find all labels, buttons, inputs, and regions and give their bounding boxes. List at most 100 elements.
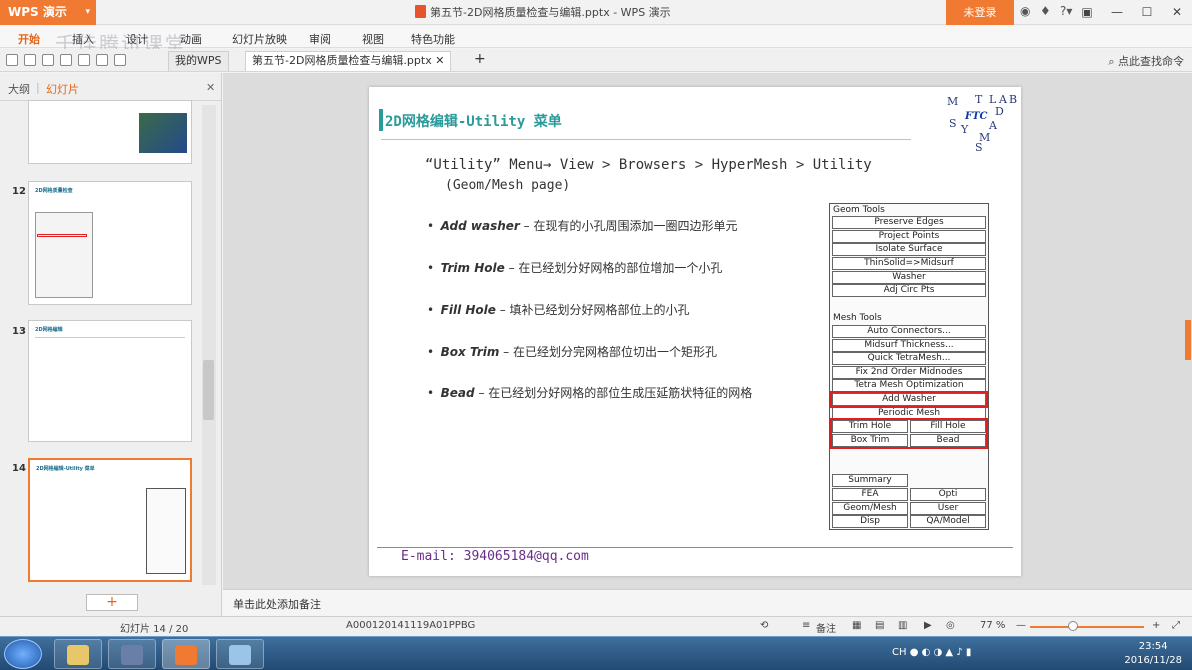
language-indicator[interactable]: CH [892, 647, 907, 658]
fit-window-icon[interactable]: ⤢ [1172, 620, 1180, 631]
menu-slideshow[interactable]: 幻灯片放映 [232, 31, 287, 47]
slide-thumbnail-selected[interactable]: 2D网格编辑-Utility 菜单 [28, 458, 192, 582]
close-icon[interactable]: ✕ [1162, 0, 1192, 25]
print-icon[interactable] [60, 54, 72, 66]
taskbar-paint[interactable] [216, 639, 264, 669]
menu-special[interactable]: 特色功能 [411, 31, 455, 47]
document-title-text: 第五节-2D网格质量检查与编辑.pptx - WPS 演示 [430, 6, 671, 19]
panel-scrollbar[interactable] [202, 105, 216, 585]
taskbar-hypermesh[interactable] [108, 639, 156, 669]
reading-view-icon[interactable]: ▥ [898, 620, 907, 631]
taskbar-explorer[interactable] [54, 639, 102, 669]
logo-letter: S [949, 117, 957, 130]
tab-label: 我的WPS [175, 54, 222, 67]
normal-view-icon[interactable]: ▦ [852, 620, 861, 631]
bullet-key: Add washer [440, 219, 520, 233]
bullet-dot: • [427, 345, 435, 359]
hypermesh-icon [121, 645, 143, 665]
pptx-file-icon [415, 5, 426, 18]
open-icon[interactable] [6, 54, 18, 66]
utility-panel-screenshot: Geom Tools Preserve Edges Project Points… [829, 203, 989, 530]
zoom-in-icon[interactable]: + [1152, 620, 1160, 631]
divider [35, 337, 185, 338]
close-icon[interactable]: ✕ [435, 54, 444, 67]
zoom-slider-handle[interactable] [1068, 621, 1078, 631]
redo-icon[interactable] [114, 54, 126, 66]
app-menu-button[interactable]: WPS 演示 ▾ [0, 0, 96, 25]
slide-thumbnail[interactable] [28, 100, 192, 164]
chevron-down-icon: ▾ [85, 7, 90, 17]
logo-letter: B [1009, 93, 1018, 106]
command-search[interactable]: ⌕ 点此查找命令 [1108, 53, 1184, 69]
bullet-desc: – 在已经划分好网格的部位生成压延筋状特征的网格 [474, 386, 753, 400]
skin-icon[interactable]: ◉ [1020, 4, 1030, 18]
opti-page-button: Opti [910, 488, 986, 501]
mesh-tools-heading: Mesh Tools [833, 313, 882, 323]
fea-page-button: FEA [832, 488, 908, 501]
slide-thumbnail[interactable]: 2D网格质量检查 [28, 181, 192, 305]
recover-icon[interactable]: ⟲ [760, 620, 768, 631]
pointer-icon[interactable]: ◎ [946, 620, 955, 631]
tab-slides[interactable]: 幻灯片 [46, 81, 79, 97]
tray-icons[interactable]: ● ◐ ◑ ▲ ♪ ▮ [910, 647, 972, 658]
tab-my-wps[interactable]: 我的WPS [168, 51, 229, 71]
logo-letter: M [947, 95, 959, 108]
status-bar: 幻灯片 14 / 20 A000120141119A01PPBG ⟲ ≡ 备注 … [0, 616, 1192, 636]
paint-icon [229, 645, 251, 665]
tab-document[interactable]: 第五节-2D网格质量检查与编辑.pptx ✕ [245, 51, 452, 71]
preview-icon[interactable] [78, 54, 90, 66]
notes-icon[interactable]: ≡ [802, 620, 810, 631]
logo-ftc: FTC [965, 111, 988, 122]
highlight-add-washer [830, 391, 988, 408]
maximize-icon[interactable]: ☐ [1132, 0, 1162, 25]
fix-midnodes-button: Fix 2nd Order Midnodes [832, 366, 986, 379]
menu-review[interactable]: 审阅 [309, 31, 331, 47]
quick-tetramesh-button: Quick TetraMesh... [832, 352, 986, 365]
geom-tools-heading: Geom Tools [833, 205, 885, 215]
right-edge-indicator [1185, 320, 1191, 360]
notes-placeholder: 单击此处添加备注 [233, 598, 321, 611]
login-button[interactable]: 未登录 [946, 0, 1014, 25]
menu-home[interactable]: 开始 [18, 31, 40, 47]
undo-icon[interactable] [96, 54, 108, 66]
thinsolid-button: ThinSolid=>Midsurf [832, 257, 986, 270]
bullet-key: Fill Hole [440, 303, 496, 317]
adj-circ-pts-button: Adj Circ Pts [832, 284, 986, 297]
bullet-dot: • [427, 219, 435, 233]
tab-outline[interactable]: 大纲 [8, 81, 30, 97]
menu-view[interactable]: 视图 [362, 31, 384, 47]
auto-connectors-button: Auto Connectors... [832, 325, 986, 338]
start-button[interactable] [4, 639, 42, 669]
preserve-edges-button: Preserve Edges [832, 216, 986, 229]
sorter-view-icon[interactable]: ▤ [875, 620, 884, 631]
highlight-box [37, 234, 87, 237]
disp-page-button: Disp [832, 515, 908, 528]
notes-toggle[interactable]: 备注 [816, 620, 836, 635]
close-icon[interactable]: ✕ [206, 81, 215, 94]
save-icon[interactable] [24, 54, 36, 66]
restore-icon[interactable]: ▣ [1072, 0, 1102, 25]
clock[interactable]: 23:54 2016/11/28 [1124, 640, 1182, 668]
thumbnail-number: 13 [12, 326, 26, 337]
footer-email: E-mail: 394065184@qq.com [401, 549, 589, 564]
bullet-box-trim: • Box Trim – 在已经划分完网格部位切出一个矩形孔 [427, 343, 813, 361]
user-page-button: User [910, 502, 986, 515]
notes-area[interactable]: 单击此处添加备注 [223, 589, 1192, 615]
slideshow-icon[interactable]: ▶ [924, 620, 932, 631]
zoom-out-icon[interactable]: — [1016, 620, 1026, 631]
zoom-slider[interactable] [1030, 626, 1144, 628]
slide-thumbnail[interactable]: 2D网格编辑 [28, 320, 192, 442]
document-title: 第五节-2D网格质量检查与编辑.pptx - WPS 演示 [415, 4, 671, 20]
pdf-icon[interactable] [42, 54, 54, 66]
add-tab-icon[interactable]: + [474, 51, 486, 67]
tab-label: 第五节-2D网格质量检查与编辑.pptx [252, 54, 432, 67]
geom-mesh-page-button: Geom/Mesh [832, 502, 908, 515]
shirt-icon[interactable]: ♦ [1040, 4, 1051, 18]
scrollbar-thumb[interactable] [203, 360, 214, 420]
taskbar-wps[interactable] [162, 639, 210, 669]
help-icon[interactable]: ?▾ [1060, 4, 1072, 18]
add-slide-button[interactable]: + [86, 594, 138, 611]
minimize-icon[interactable]: — [1102, 0, 1132, 25]
search-text: 点此查找命令 [1118, 55, 1184, 68]
thumbnail-number: 12 [12, 186, 26, 197]
